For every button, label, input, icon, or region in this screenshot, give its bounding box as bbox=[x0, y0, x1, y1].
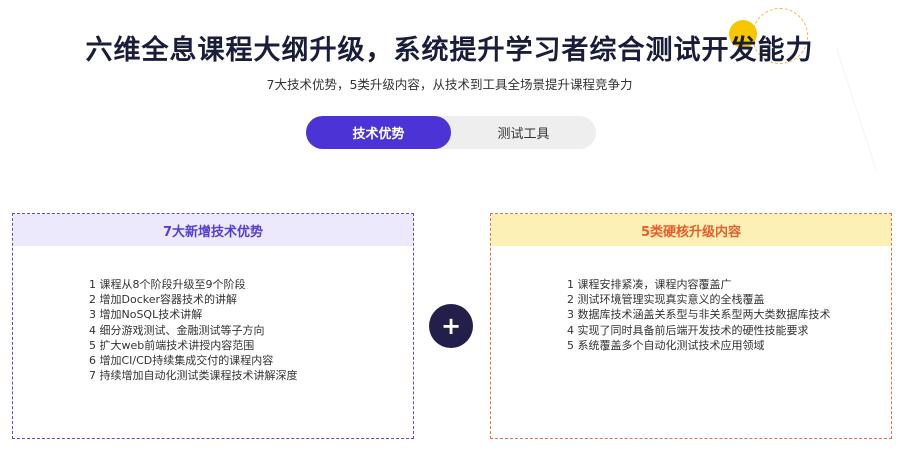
list-item: 7 持续增加自动化测试类课程技术讲解深度 bbox=[89, 369, 298, 383]
tech-advantages-list: 1 课程从8个阶段升级至9个阶段 2 增加Docker容器技术的讲解 3 增加N… bbox=[89, 277, 298, 383]
page: 六维全息课程大纲升级，系统提升学习者综合测试开发能力 7大技术优势，5类升级内容… bbox=[0, 0, 899, 460]
tech-advantages-panel-title: 7大新增技术优势 bbox=[13, 214, 413, 246]
list-item: 2 增加Docker容器技术的讲解 bbox=[89, 293, 238, 307]
upgrade-content-panel: 5类硬核升级内容 1 课程安排紧凑，课程内容覆盖广 2 测试环境管理实现真实意义… bbox=[490, 213, 892, 439]
tab-switcher: 技术优势 测试工具 bbox=[306, 116, 596, 149]
upgrade-content-list: 1 课程安排紧凑，课程内容覆盖广 2 测试环境管理实现真实意义的全栈覆盖 3 数… bbox=[567, 277, 831, 353]
page-subtitle: 7大技术优势，5类升级内容，从技术到工具全场景提升课程竞争力 bbox=[266, 77, 633, 92]
list-item: 4 实现了同时具备前后端开发技术的硬性技能要求 bbox=[567, 323, 809, 337]
tech-advantages-panel: 7大新增技术优势 1 课程从8个阶段升级至9个阶段 2 增加Docker容器技术… bbox=[12, 213, 414, 439]
tab-tech-advantages[interactable]: 技术优势 bbox=[306, 116, 451, 149]
list-item: 4 细分游戏测试、金融测试等子方向 bbox=[89, 323, 265, 337]
list-item: 5 系统覆盖多个自动化测试技术应用领域 bbox=[567, 338, 765, 352]
plus-icon: + bbox=[429, 304, 473, 348]
list-item: 1 课程安排紧凑，课程内容覆盖广 bbox=[567, 278, 732, 291]
list-item: 5 扩大web前端技术讲授内容范围 bbox=[89, 338, 255, 352]
list-item: 2 测试环境管理实现真实意义的全栈覆盖 bbox=[567, 293, 765, 307]
list-item: 6 增加CI/CD持续集成交付的课程内容 bbox=[89, 354, 274, 368]
page-title: 六维全息课程大纲升级，系统提升学习者综合测试开发能力 bbox=[85, 35, 814, 66]
upgrade-content-panel-title: 5类硬核升级内容 bbox=[491, 214, 891, 246]
list-item: 3 增加NoSQL技术讲解 bbox=[89, 308, 203, 322]
tab-test-tools[interactable]: 测试工具 bbox=[451, 116, 596, 149]
list-item: 1 课程从8个阶段升级至9个阶段 bbox=[89, 278, 246, 291]
list-item: 3 数据库技术涵盖关系型与非关系型两大类数据库技术 bbox=[567, 308, 831, 322]
